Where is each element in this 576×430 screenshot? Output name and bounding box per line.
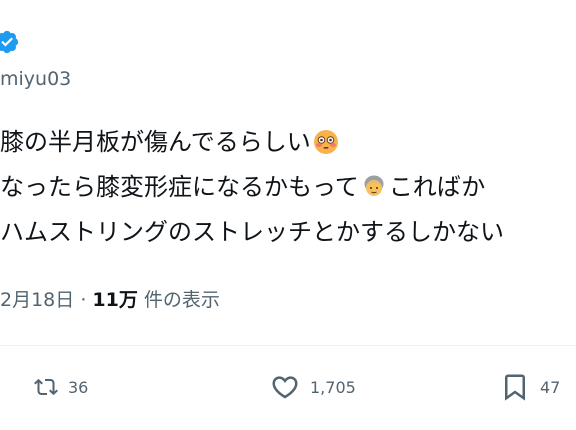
post-text-line-1: 膝の半月板が傷んでるらしい xyxy=(0,124,341,160)
post-date[interactable]: 2月18日 xyxy=(0,289,74,311)
post-text-line-1-text: 膝の半月板が傷んでるらしい xyxy=(0,128,311,156)
like-count: 1,705 xyxy=(310,377,356,397)
flushed-face-icon xyxy=(313,130,338,154)
verified-badge-icon xyxy=(0,30,19,54)
author-handle[interactable]: miyu03 xyxy=(0,68,71,90)
bookmark-button[interactable]: 47 xyxy=(500,370,560,404)
bookmark-icon xyxy=(505,374,525,401)
retweet-icon xyxy=(34,378,58,396)
heart-icon xyxy=(272,376,298,399)
post-text-line-3: ハムストリングのストレッチとかするしかない xyxy=(0,214,504,250)
post-meta: 2月18日 · 11万 件の表示 xyxy=(0,285,220,312)
views-label: 件の表示 xyxy=(143,289,220,311)
older-person-icon xyxy=(364,175,384,196)
meta-separator: · xyxy=(80,289,87,311)
bookmark-count: 47 xyxy=(540,377,561,397)
author-handle-text: miyu03 xyxy=(0,68,72,90)
divider xyxy=(0,345,576,346)
retweet-count: 36 xyxy=(68,377,89,397)
views-count: 11万 xyxy=(92,289,138,311)
like-button[interactable]: 1,705 xyxy=(270,370,356,404)
post-text-line-2-tail: こればか xyxy=(388,173,486,201)
post-text-line-2: なったら膝変形症になるかもって こればか xyxy=(0,169,485,205)
post-text-line-2-text: なったら膝変形症になるかもって xyxy=(0,173,359,201)
retweet-button[interactable]: 36 xyxy=(34,370,88,404)
post-text-line-3-text: ハムストリングのストレッチとかするしかない xyxy=(0,218,504,246)
